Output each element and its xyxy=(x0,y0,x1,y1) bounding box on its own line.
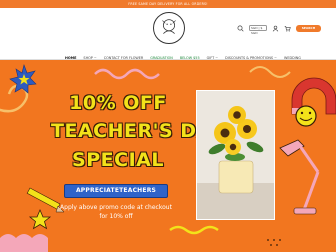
swirl-left-decoration xyxy=(0,84,29,113)
headline-discount: 10% OFF xyxy=(69,92,167,114)
wave-decoration xyxy=(94,68,160,80)
scallop-decoration xyxy=(0,234,48,252)
star-badge-icon xyxy=(9,63,37,94)
smiley-icon xyxy=(295,105,317,127)
currency-selector[interactable]: SGD | $ SGD xyxy=(249,25,267,35)
pencil-icon xyxy=(26,187,65,213)
site-header: SGD | $ SGD SEARCH HOME SHOP ~ CONTACT F… xyxy=(0,8,336,60)
bottom-squiggle-decoration xyxy=(169,225,219,235)
headline-special: SPECIAL xyxy=(72,149,164,171)
user-icon[interactable] xyxy=(272,25,279,32)
search-icon[interactable] xyxy=(237,25,244,32)
hero-banner[interactable]: 10% OFF TEACHER'S DAY SPECIAL APPRECIATE… xyxy=(0,60,336,252)
announcement-bar: FREE SAME DAY DELIVERY FOR ALL ORDERS! xyxy=(0,0,336,8)
dots-decoration xyxy=(267,239,281,246)
search-button[interactable]: SEARCH xyxy=(296,24,321,32)
header-actions: SGD | $ SGD SEARCH xyxy=(237,24,321,35)
bouquet-image xyxy=(196,90,275,220)
logo-icon[interactable] xyxy=(153,12,185,44)
promo-code-button[interactable]: APPRECIATETEACHERS xyxy=(64,184,168,198)
cart-icon[interactable] xyxy=(284,25,291,32)
star-icon xyxy=(28,208,52,230)
squiggle-decoration xyxy=(249,66,291,78)
desk-lamp-icon xyxy=(279,139,320,215)
headline-teachers-day: TEACHER'S DAY xyxy=(51,120,225,142)
promo-instructions: Apply above promo code at checkout for 1… xyxy=(60,204,172,220)
